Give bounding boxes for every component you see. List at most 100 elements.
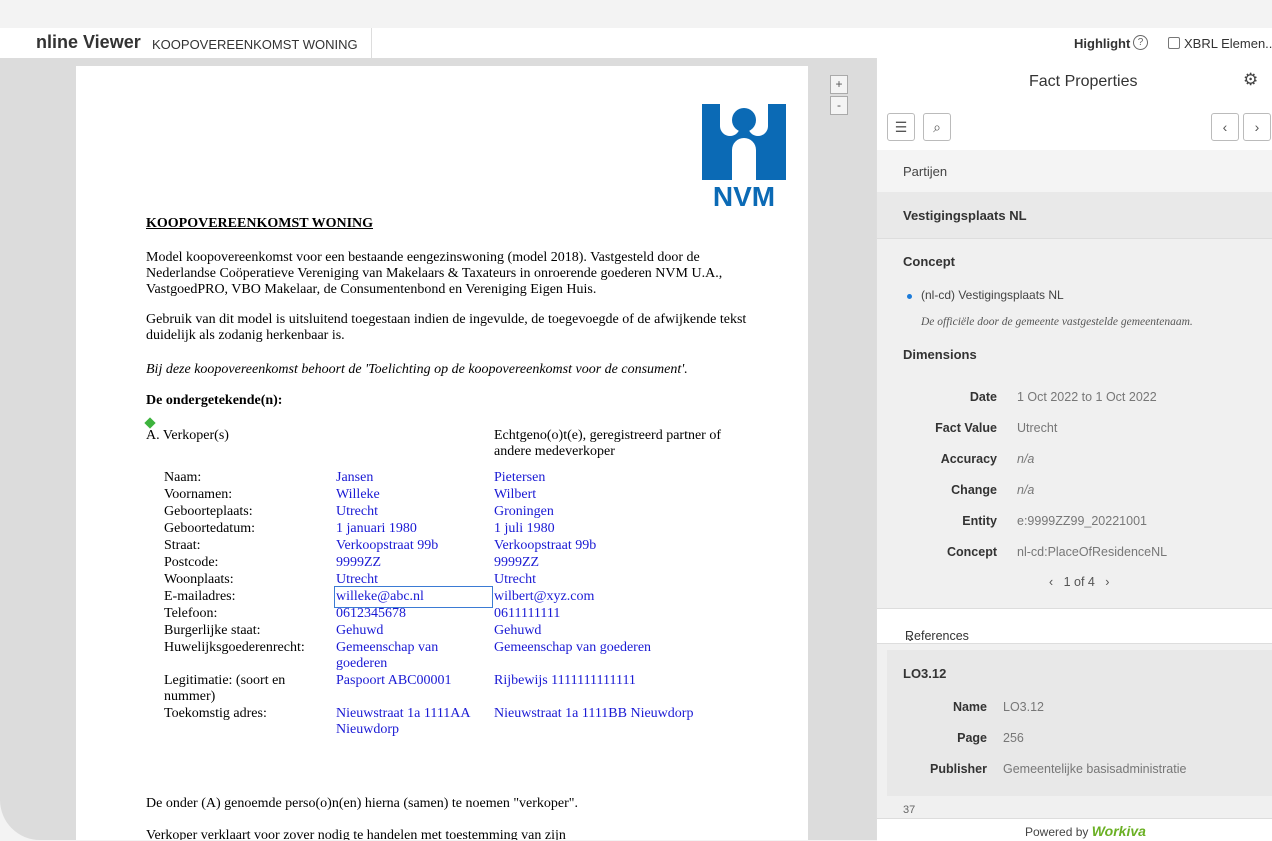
field-label: Huwelijksgoederenrecht: <box>164 640 305 655</box>
help-icon[interactable]: ? <box>1133 35 1148 50</box>
seller-fact-value[interactable]: 0612345678 <box>336 606 488 622</box>
nvm-logo-text: NVM <box>713 181 775 210</box>
dimension-label: Entity <box>962 514 997 528</box>
search-icon[interactable]: ⌕ <box>923 113 951 141</box>
xbrl-elements-label[interactable]: XBRL Elemen.. <box>1184 36 1272 51</box>
nvm-logo: NVM <box>702 104 786 210</box>
app-window: nline Viewer KOOPOVEREENKOMST WONING Hig… <box>0 0 1272 841</box>
fact-pager: ‹ 1 of 4 › <box>1049 575 1109 589</box>
gear-icon[interactable]: ⚙ <box>1243 70 1258 90</box>
seller-fact-value[interactable]: Nieuwstraat 1a 1111AA Nieuwdorp <box>336 706 488 738</box>
seller-fact-value[interactable]: Gehuwd <box>336 623 488 639</box>
document-heading: KOOPOVEREENKOMST WONING <box>146 216 374 231</box>
partner-fact-value[interactable]: wilbert@xyz.com <box>494 589 754 605</box>
reference-label: Page <box>957 731 987 745</box>
reference-card: LO3.12 Name LO3.12 Page 256 Publisher Gemeent… <box>887 650 1272 796</box>
pager-text: 1 of 4 <box>1063 575 1095 589</box>
intro-paragraph: Model koopovereenkomst voor een bestaand… <box>146 250 723 297</box>
seller-fact-value[interactable]: Utrecht <box>336 504 488 520</box>
field-label: Burgerlijke staat: <box>164 623 261 638</box>
fact-marker-icon <box>144 417 156 429</box>
document-page: NVM KOOPOVEREENKOMST WONING Model koopov… <box>76 66 808 840</box>
dimension-value: Utrecht <box>1017 421 1058 435</box>
seller-fact-value[interactable]: Willeke <box>336 487 488 503</box>
next-fact-button[interactable]: › <box>1243 113 1271 141</box>
field-label: Naam: <box>164 470 202 485</box>
references-toggle[interactable]: ⌄ References <box>877 608 1272 644</box>
section-crumb[interactable]: Partijen <box>877 150 1272 193</box>
partner-fact-value[interactable]: Nieuwstraat 1a 1111BB Nieuwdorp <box>494 706 754 722</box>
concept-description: De officiële door de gemeente vastgestel… <box>921 316 1193 328</box>
highlight-label: Highlight <box>1074 36 1131 51</box>
workiva-logo: Workiva <box>1091 823 1146 839</box>
previous-fact-button[interactable]: ‹ <box>1211 113 1239 141</box>
dimension-value: n/a <box>1017 483 1035 497</box>
zoom-in-button[interactable]: + <box>830 75 848 94</box>
concept-name: (nl-cd) Vestigingsplaats NL <box>921 288 1064 302</box>
document-title: KOOPOVEREENKOMST WONING <box>152 37 358 52</box>
partner-fact-value[interactable]: Gehuwd <box>494 623 754 639</box>
pager-next-icon[interactable]: › <box>1105 575 1109 589</box>
partner-fact-value[interactable]: Wilbert <box>494 487 754 503</box>
fact-properties-panel: Fact Properties ⚙ ☰ ⌕ ‹ › Partijen Vesti… <box>876 58 1272 841</box>
partner-fact-value[interactable]: Utrecht <box>494 572 754 588</box>
selected-fact-name: Vestigingsplaats NL <box>903 208 1027 223</box>
dimension-label: Change <box>951 483 997 497</box>
seller-fact-value[interactable]: 9999ZZ <box>336 555 488 571</box>
field-label: Toekomstig adres: <box>164 706 267 721</box>
list-icon[interactable]: ☰ <box>887 113 915 141</box>
field-label: Legitimatie: (soort en nummer) <box>164 673 286 704</box>
partner-fact-value[interactable]: Rijbewijs 1111111111111 <box>494 673 754 689</box>
next-reference-id: 37 <box>903 804 916 816</box>
reference-label: Publisher <box>930 762 987 776</box>
panel-toolbar: ☰ ⌕ ‹ › <box>877 104 1272 151</box>
consent-paragraph: Verkoper verklaart voor zover nodig te h… <box>146 828 566 840</box>
field-label: E-mailadres: <box>164 589 236 604</box>
partner-fact-value[interactable]: Gemeenschap van goederen <box>494 640 754 656</box>
field-label: Voornamen: <box>164 487 233 502</box>
undersigned-heading: De ondergetekende(n): <box>146 393 283 408</box>
field-label: Straat: <box>164 538 201 553</box>
panel-header: Fact Properties ⚙ <box>877 58 1272 105</box>
field-label: Telefoon: <box>164 606 218 621</box>
explanation-paragraph: Bij deze koopovereenkomst behoort de 'To… <box>146 362 688 377</box>
selected-fact-row: Vestigingsplaats NL <box>877 192 1272 239</box>
bullet-icon <box>907 294 912 299</box>
dimension-label: Concept <box>947 545 997 559</box>
seller-fact-value[interactable]: Gemeenschap van goederen <box>336 640 488 672</box>
partner-fact-value[interactable]: Pietersen <box>494 470 754 486</box>
seller-fact-value[interactable]: Paspoort ABC00001 <box>336 673 488 689</box>
panel-title: Fact Properties <box>1029 73 1138 90</box>
top-bar: nline Viewer KOOPOVEREENKOMST WONING Hig… <box>0 28 1272 59</box>
dimension-label: Fact Value <box>935 421 997 435</box>
concept-section-label: Concept <box>903 254 955 269</box>
seller-fact-value[interactable]: 1 januari 1980 <box>336 521 488 537</box>
pager-prev-icon[interactable]: ‹ <box>1049 575 1053 589</box>
section-crumb-label: Partijen <box>903 164 948 179</box>
dimension-value: 1 Oct 2022 to 1 Oct 2022 <box>1017 390 1157 404</box>
app-title: nline Viewer <box>36 32 141 52</box>
xbrl-elements-checkbox[interactable] <box>1168 37 1180 49</box>
seller-heading: A. Verkoper(s) <box>146 428 229 443</box>
reference-value: Gemeentelijke basisadministratie <box>1003 762 1187 776</box>
partner-fact-value[interactable]: Groningen <box>494 504 754 520</box>
partner-fact-value[interactable]: Verkoopstraat 99b <box>494 538 754 554</box>
dimension-label: Date <box>969 390 997 404</box>
seller-fact-value[interactable]: Verkoopstraat 99b <box>336 538 488 554</box>
references-label: References <box>905 629 969 643</box>
reference-value: LO3.12 <box>1003 700 1045 714</box>
field-label: Postcode: <box>164 555 219 570</box>
partner-fact-value[interactable]: 1 juli 1980 <box>494 521 754 537</box>
selected-fact-outline <box>334 586 493 608</box>
seller-fact-value[interactable]: Jansen <box>336 470 488 486</box>
partner-fact-value[interactable]: 9999ZZ <box>494 555 754 571</box>
field-label: Geboorteplaats: <box>164 504 253 519</box>
dimensions-section-label: Dimensions <box>903 347 977 362</box>
reference-value: 256 <box>1003 731 1024 745</box>
dimension-label: Accuracy <box>940 452 997 466</box>
spouse-heading: Echtgeno(o)t(e), geregistreerd partner o… <box>494 428 721 459</box>
dimension-value: n/a <box>1017 452 1035 466</box>
zoom-out-button[interactable]: - <box>830 96 848 115</box>
reference-id: LO3.12 <box>903 666 947 681</box>
partner-fact-value[interactable]: 0611111111 <box>494 606 754 622</box>
